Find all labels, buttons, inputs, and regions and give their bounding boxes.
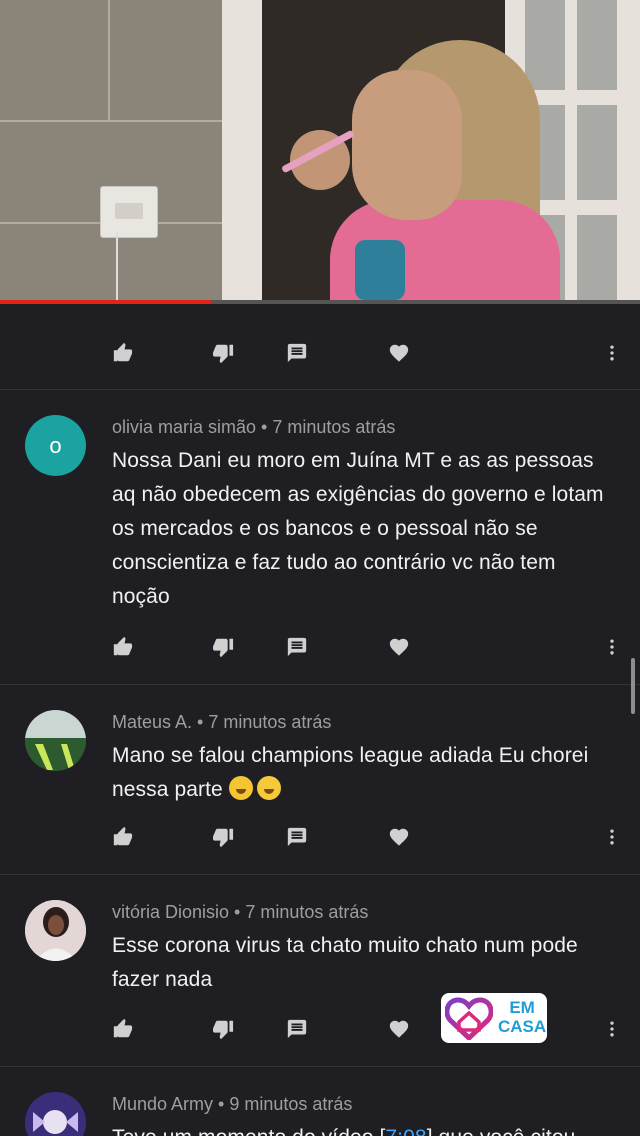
logo-line2: CASA xyxy=(498,1017,547,1036)
comment-text-part: Teve um momento do vídeo [ xyxy=(112,1126,385,1136)
scrollbar[interactable] xyxy=(631,658,635,714)
house-heart-icon xyxy=(445,997,493,1040)
avatar-image xyxy=(25,710,86,771)
comment-author[interactable]: olivia maria simão xyxy=(112,417,256,437)
loudly-crying-face-icon xyxy=(256,776,281,800)
comment-actions xyxy=(0,626,640,666)
timestamp-link[interactable]: 7:08 xyxy=(385,1126,426,1136)
comment-actions xyxy=(0,816,640,856)
comment-time: 7 minutos atrás xyxy=(208,712,332,732)
video-player[interactable] xyxy=(0,0,640,302)
thumbs-down-icon[interactable] xyxy=(211,342,235,364)
comment-text: Esse corona virus ta chato muito chato n… xyxy=(112,934,578,991)
comment-text-part: ] que você citou xyxy=(427,1126,576,1136)
logo-text: EM CASA xyxy=(498,998,546,1036)
reply-icon[interactable] xyxy=(285,342,309,364)
comment-author[interactable]: vitória Dionisio xyxy=(112,902,229,922)
more-vert-icon[interactable] xyxy=(602,636,622,658)
progress-fill xyxy=(0,300,212,304)
avatar[interactable]: o xyxy=(25,415,86,476)
meta-separator: • xyxy=(197,712,204,732)
comment-meta: olivia maria simão • 7 minutos atrás xyxy=(112,417,395,438)
divider xyxy=(0,684,640,685)
thumbs-up-icon[interactable] xyxy=(111,636,135,658)
comment-meta: Mateus A. • 7 minutos atrás xyxy=(112,712,331,733)
more-vert-icon[interactable] xyxy=(602,342,622,364)
meta-separator: • xyxy=(218,1094,225,1114)
avatar-image xyxy=(25,900,86,961)
thumbs-up-icon[interactable] xyxy=(111,1018,135,1040)
heart-icon[interactable] xyxy=(387,342,411,364)
avatar[interactable] xyxy=(25,1092,86,1136)
logo-line1: EM xyxy=(509,998,535,1017)
reply-icon[interactable] xyxy=(285,826,309,848)
comment-meta: Mundo Army • 9 minutos atrás xyxy=(112,1094,352,1115)
thumbs-up-icon[interactable] xyxy=(111,342,135,364)
comment-text-content: Mano se falou champions league adiada Eu… xyxy=(112,744,589,801)
comment-time: 7 minutos atrás xyxy=(245,902,369,922)
comment-text: Teve um momento do vídeo [7:08] que você… xyxy=(112,1121,612,1136)
door-frame xyxy=(222,0,262,302)
comment-time: 9 minutos atrás xyxy=(229,1094,353,1114)
heart-icon[interactable] xyxy=(387,826,411,848)
cable xyxy=(116,232,122,302)
comment-meta: vitória Dionisio • 7 minutos atrás xyxy=(112,902,368,923)
divider xyxy=(0,1066,640,1067)
comment-text: Nossa Dani eu moro em Juína MT e as as p… xyxy=(112,449,604,608)
comment-author[interactable]: Mundo Army xyxy=(112,1094,213,1114)
meta-separator: • xyxy=(261,417,268,437)
em-casa-logo: EM CASA xyxy=(441,993,547,1043)
comment-actions xyxy=(0,332,640,372)
divider xyxy=(0,389,640,390)
avatar-image xyxy=(25,1092,86,1136)
avatar[interactable] xyxy=(25,900,86,961)
thumbs-down-icon[interactable] xyxy=(211,636,235,658)
comment-time: 7 minutos atrás xyxy=(272,417,396,437)
tile-line xyxy=(108,0,110,120)
heart-icon[interactable] xyxy=(387,1018,411,1040)
tile-line xyxy=(0,120,222,122)
meta-separator: • xyxy=(234,902,241,922)
more-vert-icon[interactable] xyxy=(602,826,622,848)
thumbs-down-icon[interactable] xyxy=(211,1018,235,1040)
weary-face-icon xyxy=(228,776,253,800)
heart-icon[interactable] xyxy=(387,636,411,658)
avatar[interactable] xyxy=(25,710,86,771)
shirt-print xyxy=(355,240,405,300)
more-vert-icon[interactable] xyxy=(602,1018,622,1040)
avatar-letter: o xyxy=(49,432,62,458)
comment-text: Mano se falou champions league adiada Eu… xyxy=(112,739,592,807)
reply-icon[interactable] xyxy=(285,1018,309,1040)
divider xyxy=(0,874,640,875)
wall-outlet xyxy=(100,186,158,238)
bathroom-wall xyxy=(0,0,250,302)
person-face xyxy=(352,70,462,220)
thumbs-up-icon[interactable] xyxy=(111,826,135,848)
thumbs-down-icon[interactable] xyxy=(211,826,235,848)
reply-icon[interactable] xyxy=(285,636,309,658)
comment-author[interactable]: Mateus A. xyxy=(112,712,192,732)
